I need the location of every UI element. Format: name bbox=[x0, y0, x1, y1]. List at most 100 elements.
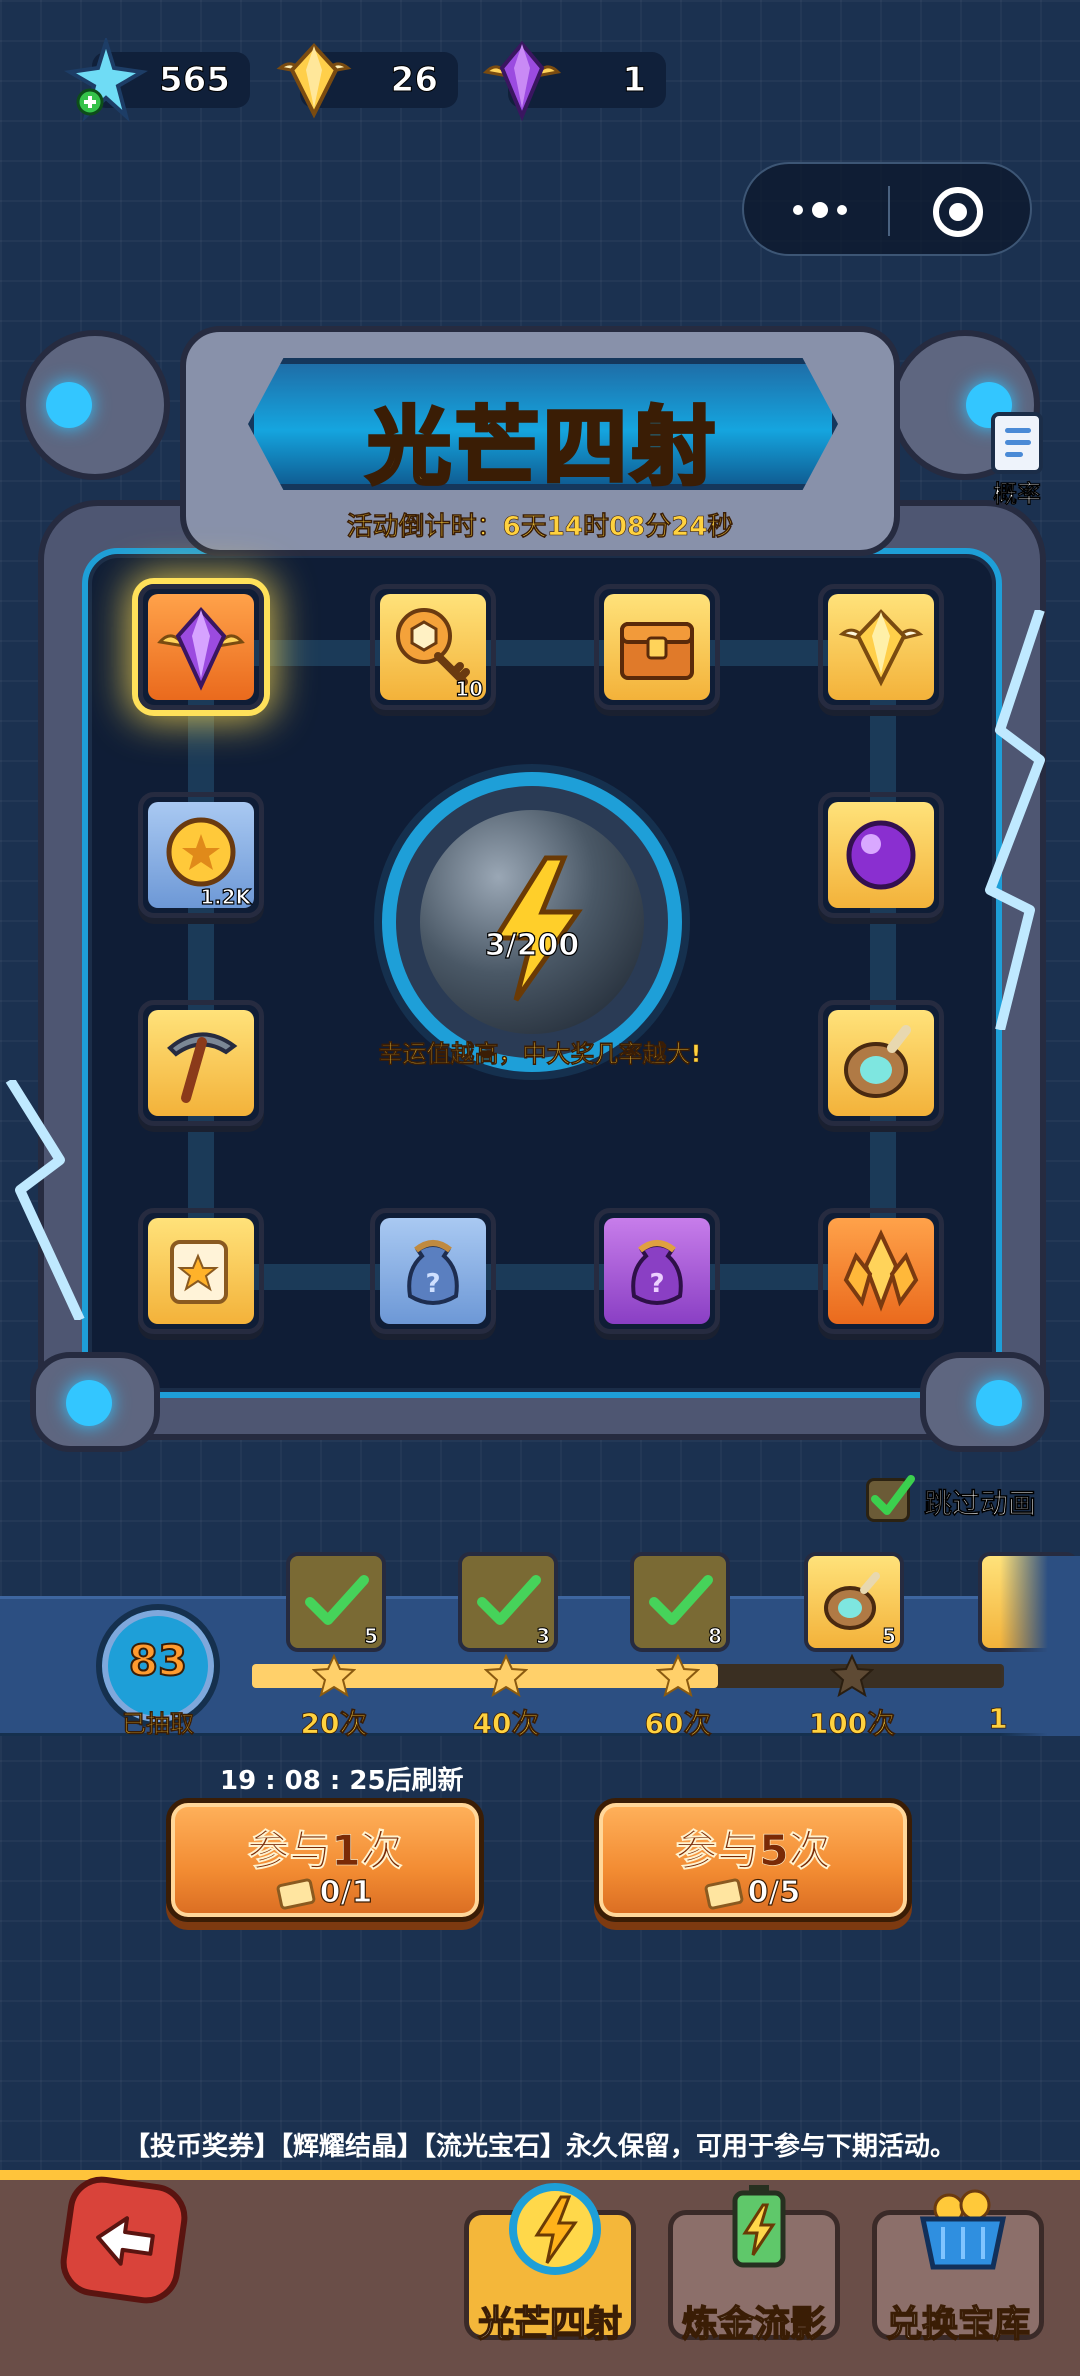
battery-lightning-icon bbox=[732, 2185, 786, 2268]
frame-corner-bottom-right bbox=[920, 1352, 1050, 1452]
svg-text:?: ? bbox=[649, 1269, 664, 1299]
probability-button[interactable]: 概率 bbox=[978, 412, 1056, 512]
nav-tab-label: 炼金流影 bbox=[681, 2303, 827, 2346]
milestone-star-icon bbox=[484, 1654, 528, 1698]
play-button-cost: 0/5 bbox=[599, 1874, 907, 1911]
luck-value: 3/200 bbox=[484, 927, 580, 963]
capsule-divider bbox=[888, 186, 890, 236]
draw-progress-bar bbox=[252, 1664, 1004, 1688]
purple-orb-icon bbox=[846, 820, 916, 890]
coin-basket-icon bbox=[919, 2189, 1007, 2270]
milestone-qty: 5 bbox=[882, 1624, 897, 1649]
reward-tile[interactable] bbox=[818, 792, 944, 918]
ticket-icon bbox=[275, 1877, 316, 1910]
reward-tile[interactable]: 10 bbox=[370, 584, 496, 710]
lightning-decoration-icon bbox=[5, 1080, 85, 1320]
reward-tile[interactable]: ? bbox=[594, 1208, 720, 1334]
board-track-bottom bbox=[200, 1264, 880, 1290]
currency-value: 26 bbox=[390, 60, 438, 101]
reward-tile[interactable]: 1.2K bbox=[138, 792, 264, 918]
tile-quantity: 10 bbox=[455, 676, 484, 701]
potion-drum-icon bbox=[824, 1572, 880, 1630]
ticket-count: 0/5 bbox=[747, 1874, 801, 1910]
skip-animation-label[interactable]: 跳过动画 bbox=[924, 1482, 1037, 1522]
purple-mystery-bag-icon: ? bbox=[631, 1240, 683, 1305]
footer-note: 【投币奖券】【辉耀结晶】【流光宝石】永久保留，可用于参与下期活动。 bbox=[123, 2132, 956, 2162]
draw-count-label: 已抽取 bbox=[122, 1710, 195, 1739]
milestone-label: 40次 bbox=[472, 1707, 540, 1741]
nav-tab-label: 兑换宝库 bbox=[885, 2303, 1031, 2346]
claimed-check-icon bbox=[477, 1575, 541, 1625]
nav-tab-alchemy[interactable]: 炼金流影 bbox=[668, 2185, 840, 2346]
lightning-orb-icon bbox=[509, 2183, 601, 2275]
ticket-icon bbox=[703, 1877, 744, 1910]
milestone-reward[interactable]: 5 bbox=[804, 1552, 904, 1652]
play-five-button[interactable]: 参与5次 0/5 bbox=[594, 1798, 912, 1922]
checkmark-icon bbox=[871, 1475, 915, 1515]
crystal-cluster-icon bbox=[843, 1229, 919, 1312]
back-button[interactable] bbox=[56, 2172, 192, 2308]
play-button-title: 参与5次 bbox=[675, 1826, 831, 1876]
milestone-label: 60次 bbox=[644, 1707, 712, 1741]
milestone-reward[interactable]: 8 bbox=[630, 1552, 730, 1652]
milestone-star-icon bbox=[656, 1654, 700, 1698]
milestone-qty: 8 bbox=[708, 1624, 723, 1649]
reward-tile[interactable] bbox=[818, 584, 944, 710]
frame-corner-left bbox=[20, 330, 170, 480]
purple-winged-gem-icon bbox=[157, 606, 245, 691]
reward-tile[interactable] bbox=[138, 584, 264, 710]
luck-hint: 幸运值越高，中大奖几率越大! bbox=[378, 1040, 702, 1069]
board-track-right bbox=[870, 650, 896, 1270]
milestone-label: 20次 bbox=[300, 1707, 368, 1741]
nav-tab-label: 光芒四射 bbox=[477, 2303, 623, 2346]
potion-drum-icon bbox=[844, 1025, 911, 1098]
tile-quantity: 1.2K bbox=[199, 884, 251, 909]
more-menu-icon[interactable] bbox=[780, 192, 860, 228]
blue-mystery-bag-icon: ? bbox=[407, 1240, 459, 1305]
claimed-check-icon bbox=[305, 1575, 369, 1625]
milestone-qty: 5 bbox=[364, 1624, 379, 1649]
snowflake-crystal-icon bbox=[64, 38, 148, 122]
milestone-star-icon bbox=[312, 1654, 356, 1698]
close-target-icon[interactable] bbox=[930, 184, 986, 240]
milestone-qty: 3 bbox=[536, 1624, 551, 1649]
milestone-reward[interactable]: 5 bbox=[286, 1552, 386, 1652]
reward-tile[interactable] bbox=[818, 1000, 944, 1126]
currency-snowflake[interactable]: 565 bbox=[64, 38, 250, 122]
nav-tab-exchange[interactable]: 兑换宝库 bbox=[872, 2189, 1044, 2346]
gold-winged-crystal-icon bbox=[276, 43, 352, 119]
reward-tile[interactable] bbox=[138, 1208, 264, 1334]
pickaxe-icon bbox=[167, 1032, 238, 1103]
board-track-top bbox=[200, 640, 880, 666]
reward-tile[interactable] bbox=[138, 1000, 264, 1126]
reward-tile[interactable] bbox=[594, 584, 720, 710]
ticket-count: 0/1 bbox=[319, 1874, 373, 1910]
play-button-cost: 0/1 bbox=[171, 1874, 479, 1911]
draw-count: 83 bbox=[128, 1635, 188, 1686]
svg-text:?: ? bbox=[425, 1269, 440, 1299]
probability-label: 概率 bbox=[993, 480, 1042, 509]
star-scroll-icon bbox=[170, 1240, 228, 1304]
event-title: 光芒四射 bbox=[365, 396, 719, 498]
milestone-reward[interactable]: 3 bbox=[458, 1552, 558, 1652]
strip-fade bbox=[1000, 1556, 1080, 1736]
currency-radiant-crystal[interactable]: 26 bbox=[276, 43, 458, 119]
event-countdown: 活动倒计时：6天14时08分24秒 bbox=[346, 512, 734, 543]
back-arrow-icon bbox=[96, 2216, 155, 2266]
currency-value: 1 bbox=[622, 60, 647, 101]
currency-value: 565 bbox=[159, 60, 231, 101]
currency-streamlight-gem[interactable]: 1 bbox=[482, 40, 666, 122]
treasure-chest-icon bbox=[620, 622, 694, 680]
document-icon bbox=[991, 412, 1043, 474]
skip-animation-checkbox[interactable] bbox=[866, 1475, 915, 1522]
play-once-button[interactable]: 参与1次 0/1 bbox=[166, 1798, 484, 1922]
mini-program-capsule bbox=[742, 162, 1032, 256]
play-button-title: 参与1次 bbox=[247, 1826, 403, 1876]
refresh-timer: 19 : 08 : 25后刷新 bbox=[220, 1766, 464, 1796]
milestone-label: 100次 bbox=[808, 1707, 896, 1741]
reward-tile[interactable] bbox=[818, 1208, 944, 1334]
nav-tab-radiance[interactable]: 光芒四射 bbox=[464, 2183, 636, 2346]
milestone-star-icon bbox=[830, 1654, 874, 1698]
reward-tile[interactable]: ? bbox=[370, 1208, 496, 1334]
purple-winged-gem-icon bbox=[482, 40, 562, 122]
